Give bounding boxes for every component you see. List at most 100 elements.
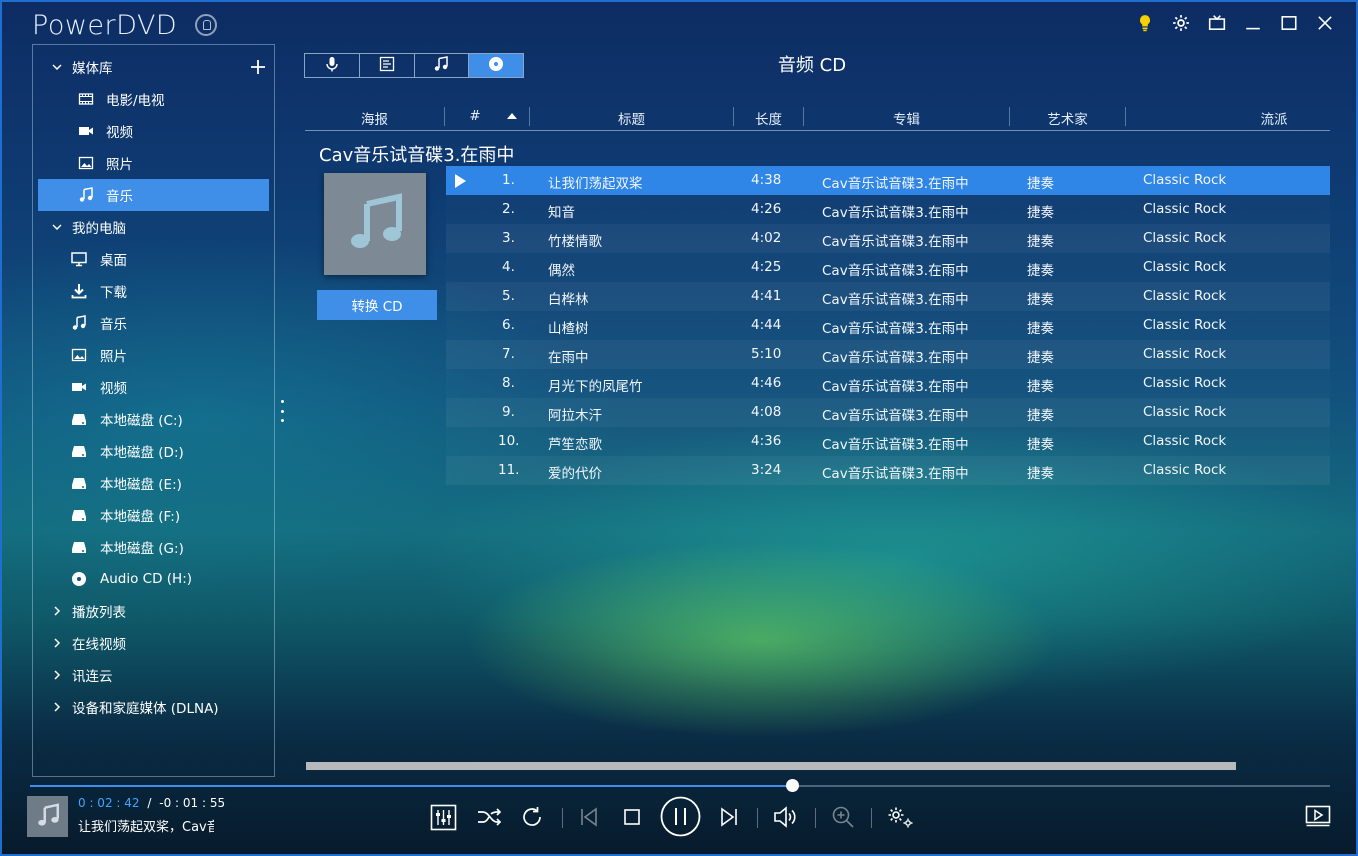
tab-lyrics[interactable] xyxy=(360,54,415,77)
maximize-icon[interactable] xyxy=(1278,12,1300,34)
table-row[interactable]: 9. 阿拉木汗 4:08 Cav音乐试音碟3.在雨中 捷奏 Classic Ro… xyxy=(446,398,1330,427)
skip-next-icon xyxy=(719,807,739,827)
table-header: 海报 # 标题 长度 专辑 艺术家 流派 xyxy=(305,104,1330,131)
repeat-icon xyxy=(520,805,544,829)
track-album: Cav音乐试音碟3.在雨中 xyxy=(822,234,969,250)
table-row[interactable]: 11. 爱的代价 3:24 Cav音乐试音碟3.在雨中 捷奏 Classic R… xyxy=(446,456,1330,485)
monitor-icon xyxy=(70,251,88,267)
table-row[interactable]: 2. 知音 4:26 Cav音乐试音碟3.在雨中 捷奏 Classic Rock xyxy=(446,195,1330,224)
track-genre: Classic Rock xyxy=(1143,404,1227,420)
table-row[interactable]: 8. 月光下的凤尾竹 4:46 Cav音乐试音碟3.在雨中 捷奏 Classic… xyxy=(446,369,1330,398)
track-length: 4:38 xyxy=(751,172,782,188)
minimize-icon[interactable] xyxy=(1242,12,1264,34)
column-header-genre[interactable]: 流派 xyxy=(1126,108,1358,128)
time-separator: / xyxy=(147,796,152,810)
chevron-right-icon xyxy=(51,605,63,617)
seek-handle[interactable] xyxy=(785,779,799,792)
table-row[interactable]: 3. 竹楼情歌 4:02 Cav音乐试音碟3.在雨中 捷奏 Classic Ro… xyxy=(446,224,1330,253)
track-artist: 捷奏 xyxy=(1027,321,1054,337)
column-header-album[interactable]: 专辑 xyxy=(804,108,1009,128)
column-header-title[interactable]: 标题 xyxy=(530,108,733,128)
shuffle-button[interactable] xyxy=(476,805,502,829)
table-row[interactable]: 4. 偶然 4:25 Cav音乐试音碟3.在雨中 捷奏 Classic Rock xyxy=(446,253,1330,282)
sidebar-resize-handle[interactable] xyxy=(280,400,284,422)
sidebar-item-label: 本地磁盘 (G:) xyxy=(100,541,184,557)
column-header-poster[interactable]: 海报 xyxy=(305,108,444,128)
sidebar-item-label: 下载 xyxy=(100,285,127,301)
sidebar-item-label: 电影/电视 xyxy=(106,93,165,109)
track-genre: Classic Rock xyxy=(1143,346,1227,362)
sidebar-item-movies-tv[interactable]: 电影/电视 xyxy=(33,83,274,115)
track-title: 芦笙恋歌 xyxy=(548,437,602,453)
pause-button[interactable] xyxy=(660,796,701,837)
elapsed-time: 0 : 02 : 42 xyxy=(78,796,140,810)
tv-mode-icon[interactable] xyxy=(1206,12,1228,34)
sidebar-item-drive-f[interactable]: 本地磁盘 (F:) xyxy=(33,499,274,531)
table-row[interactable]: 6. 山楂树 4:44 Cav音乐试音碟3.在雨中 捷奏 Classic Roc… xyxy=(446,311,1330,340)
sidebar-item-videos-folder[interactable]: 视频 xyxy=(33,371,274,403)
notification-bell-icon[interactable] xyxy=(195,14,217,36)
next-track-button[interactable] xyxy=(719,807,739,827)
column-header-artist[interactable]: 艺术家 xyxy=(1010,108,1125,128)
table-row[interactable]: 5. 白桦林 4:41 Cav音乐试音碟3.在雨中 捷奏 Classic Roc… xyxy=(446,282,1330,311)
sidebar-item-drive-e[interactable]: 本地磁盘 (E:) xyxy=(33,467,274,499)
disc-icon xyxy=(70,571,88,587)
sidebar-item-photos-folder[interactable]: 照片 xyxy=(33,339,274,371)
previous-track-button[interactable] xyxy=(579,807,599,827)
sidebar-item-drive-d[interactable]: 本地磁盘 (D:) xyxy=(33,435,274,467)
convert-cd-button[interactable]: 转换 CD xyxy=(317,290,437,320)
sidebar-item-drive-c[interactable]: 本地磁盘 (C:) xyxy=(33,403,274,435)
mini-player-button[interactable] xyxy=(1305,805,1331,827)
section-label: 播放列表 xyxy=(72,605,126,621)
sidebar-item-videos[interactable]: 视频 xyxy=(33,115,274,147)
close-icon[interactable] xyxy=(1314,12,1336,34)
horizontal-scrollbar[interactable] xyxy=(306,762,1236,770)
tab-microphone[interactable] xyxy=(305,54,360,77)
stop-button[interactable] xyxy=(623,808,641,826)
repeat-button[interactable] xyxy=(520,805,544,829)
sidebar-item-downloads[interactable]: 下载 xyxy=(33,275,274,307)
equalizer-button[interactable] xyxy=(430,804,457,831)
section-dlna[interactable]: 设备和家庭媒体 (DLNA) xyxy=(33,691,274,723)
track-album: Cav音乐试音碟3.在雨中 xyxy=(822,176,969,192)
column-header-length[interactable]: 长度 xyxy=(734,108,803,128)
table-row[interactable]: 7. 在雨中 5:10 Cav音乐试音碟3.在雨中 捷奏 Classic Roc… xyxy=(446,340,1330,369)
section-cyberlink-cloud[interactable]: 讯连云 xyxy=(33,659,274,691)
sidebar-item-label: 本地磁盘 (E:) xyxy=(100,477,182,493)
track-list: 1. 让我们荡起双桨 4:38 Cav音乐试音碟3.在雨中 捷奏 Classic… xyxy=(446,166,1330,485)
sidebar-item-label: 音乐 xyxy=(106,189,133,205)
tips-lightbulb-icon[interactable] xyxy=(1134,12,1156,34)
section-my-computer[interactable]: 我的电脑 xyxy=(33,211,274,243)
track-artist: 捷奏 xyxy=(1027,466,1054,482)
sidebar-item-audio-cd[interactable]: Audio CD (H:) xyxy=(33,563,274,595)
settings-gear-icon[interactable] xyxy=(1170,12,1192,34)
table-row[interactable]: 1. 让我们荡起双桨 4:38 Cav音乐试音碟3.在雨中 捷奏 Classic… xyxy=(446,166,1330,195)
zoom-button[interactable] xyxy=(831,805,855,829)
stop-icon xyxy=(623,808,641,826)
sidebar-item-desktop[interactable]: 桌面 xyxy=(33,243,274,275)
sidebar-item-label: 音乐 xyxy=(100,317,127,333)
sidebar-item-photos[interactable]: 照片 xyxy=(33,147,274,179)
tab-music[interactable] xyxy=(415,54,470,77)
sidebar-item-music[interactable]: 音乐 xyxy=(38,179,269,211)
volume-icon xyxy=(773,805,798,829)
sidebar-item-drive-g[interactable]: 本地磁盘 (G:) xyxy=(33,531,274,563)
column-header-number[interactable]: # xyxy=(445,108,505,124)
playback-time: 0 : 02 : 42 / -0 : 01 : 55 xyxy=(78,796,225,810)
track-title: 山楂树 xyxy=(548,321,589,337)
album-art[interactable] xyxy=(324,173,426,275)
now-playing-thumbnail[interactable] xyxy=(27,796,68,837)
tab-audio-cd[interactable] xyxy=(469,54,523,77)
seek-bar[interactable] xyxy=(30,779,1330,792)
section-playlists[interactable]: 播放列表 xyxy=(33,595,274,627)
drive-icon xyxy=(70,539,88,555)
section-media-library[interactable]: 媒体库 xyxy=(33,51,274,83)
track-title: 阿拉木汗 xyxy=(548,408,602,424)
add-icon[interactable] xyxy=(250,59,266,75)
player-settings-button[interactable] xyxy=(886,805,914,829)
sidebar-item-music-folder[interactable]: 音乐 xyxy=(33,307,274,339)
section-online-videos[interactable]: 在线视频 xyxy=(33,627,274,659)
volume-button[interactable] xyxy=(773,805,798,829)
table-row[interactable]: 10. 芦笙恋歌 4:36 Cav音乐试音碟3.在雨中 捷奏 Classic R… xyxy=(446,427,1330,456)
section-label: 在线视频 xyxy=(72,637,126,653)
